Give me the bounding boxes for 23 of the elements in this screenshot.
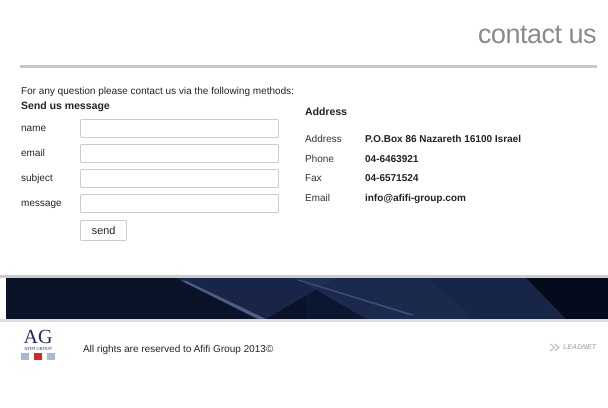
contact-label: Email	[305, 192, 332, 204]
contact-value: 04-6571524	[365, 173, 418, 184]
form-heading: Send us message	[21, 100, 111, 114]
send-button[interactable]: send	[80, 220, 127, 241]
contact-value: info@afifi-group.com	[365, 192, 466, 204]
copyright-text: All rights are reserved to Afifi Group 2013©	[83, 344, 274, 354]
input-field[interactable]	[80, 119, 279, 138]
field-label: message	[21, 198, 63, 209]
field-label: name	[21, 123, 48, 134]
address-heading: Address	[305, 106, 348, 120]
chevron-icon	[548, 342, 562, 352]
contact-label: Fax	[305, 173, 323, 184]
intro-text: For any question please contact us via the following methods:	[21, 86, 295, 97]
contact-label: Phone	[305, 154, 335, 165]
contact-label: Address	[305, 134, 343, 146]
page-title: contact us	[478, 18, 596, 45]
field-label: email	[21, 148, 46, 159]
contact-value: P.O.Box 86 Nazareth 16100 Israel	[365, 134, 522, 146]
contact-value: 04-6463921	[365, 154, 418, 165]
field-label: subject	[21, 173, 54, 184]
input-field[interactable]	[80, 144, 279, 163]
input-field[interactable]	[80, 194, 279, 213]
input-field[interactable]	[80, 169, 279, 188]
